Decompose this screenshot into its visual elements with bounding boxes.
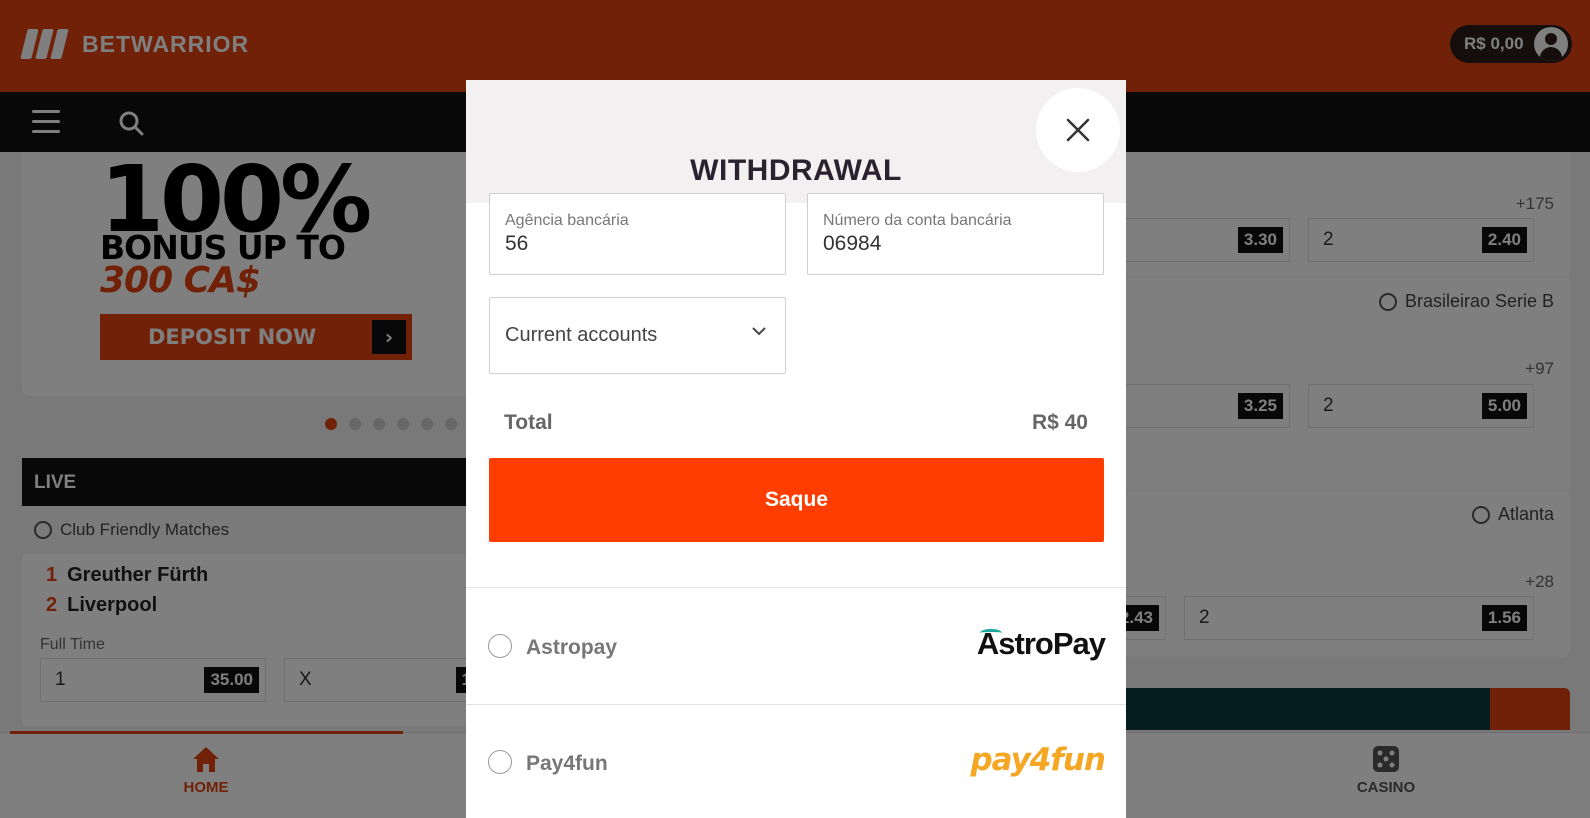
close-button[interactable]: [1036, 88, 1120, 172]
chevron-down-icon: [752, 327, 766, 336]
total-label: Total: [504, 411, 553, 434]
account-type-select[interactable]: Current accounts: [489, 297, 786, 374]
account-type-value: Current accounts: [505, 324, 658, 346]
account-number-label: Número da conta bancária: [823, 212, 1012, 229]
astropay-label: Astropay: [526, 636, 618, 659]
withdrawal-modal: WITHDRAWAL Agência bancária 56 Número da…: [466, 80, 1126, 818]
radio-astropay[interactable]: [488, 634, 512, 658]
radio-pay4fun[interactable]: [488, 750, 512, 774]
pay4fun-label: Pay4fun: [526, 752, 608, 775]
astropay-logo: AstroPay: [976, 626, 1106, 661]
account-number-field[interactable]: Número da conta bancária 06984: [807, 193, 1104, 275]
payment-option-astropay[interactable]: Astropay AstroPay: [466, 588, 1126, 704]
agency-label: Agência bancária: [505, 212, 629, 229]
account-number-value[interactable]: 06984: [823, 232, 881, 256]
modal-title: WITHDRAWAL: [690, 154, 902, 187]
agency-field[interactable]: Agência bancária 56: [489, 193, 786, 275]
withdraw-submit-button[interactable]: Saque: [489, 458, 1104, 542]
agency-value[interactable]: 56: [505, 232, 528, 256]
close-icon: [1066, 118, 1090, 142]
pay4fun-logo: pay4fun: [970, 742, 1106, 778]
payment-option-pay4fun[interactable]: Pay4fun pay4fun: [466, 704, 1126, 818]
modal-header: WITHDRAWAL: [466, 80, 1126, 203]
total-value: R$ 40: [1031, 411, 1088, 434]
